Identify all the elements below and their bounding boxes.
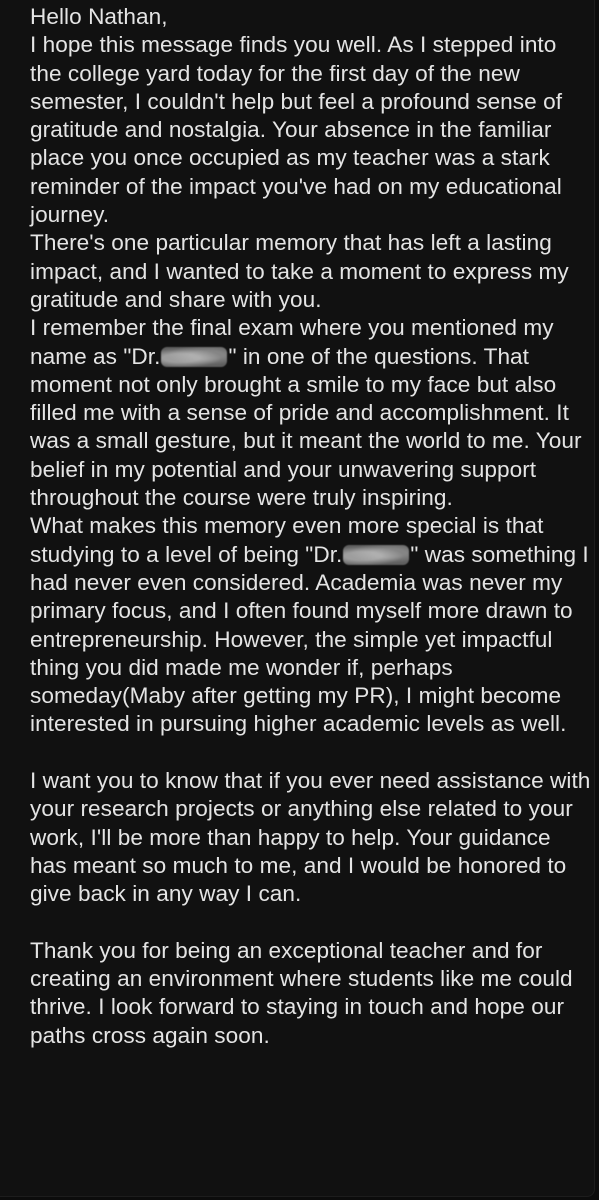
message-bubble: Hello Nathan, I hope this message finds … bbox=[0, 0, 595, 1197]
screen: Hello Nathan, I hope this message finds … bbox=[0, 0, 599, 1200]
special-memory-text-end: " was something I had never even conside… bbox=[30, 541, 589, 737]
greeting-text: Hello Nathan, bbox=[30, 4, 168, 29]
paragraph-final-exam: I remember the final exam where you ment… bbox=[30, 314, 592, 512]
redacted-name bbox=[161, 346, 228, 367]
paragraph-offer-help: I want you to know that if you ever need… bbox=[30, 768, 591, 907]
paragraph-special-memory: What makes this memory even more special… bbox=[30, 512, 592, 738]
paragraph-opening: I hope this message finds you well. As I… bbox=[30, 32, 563, 228]
redacted-name bbox=[343, 544, 410, 565]
paragraph-closing: Thank you for being an exceptional teach… bbox=[30, 937, 573, 1048]
paragraph-memory-intro: There's one particular memory that has l… bbox=[30, 230, 569, 312]
message-body: Hello Nathan, I hope this message finds … bbox=[30, 3, 592, 1050]
